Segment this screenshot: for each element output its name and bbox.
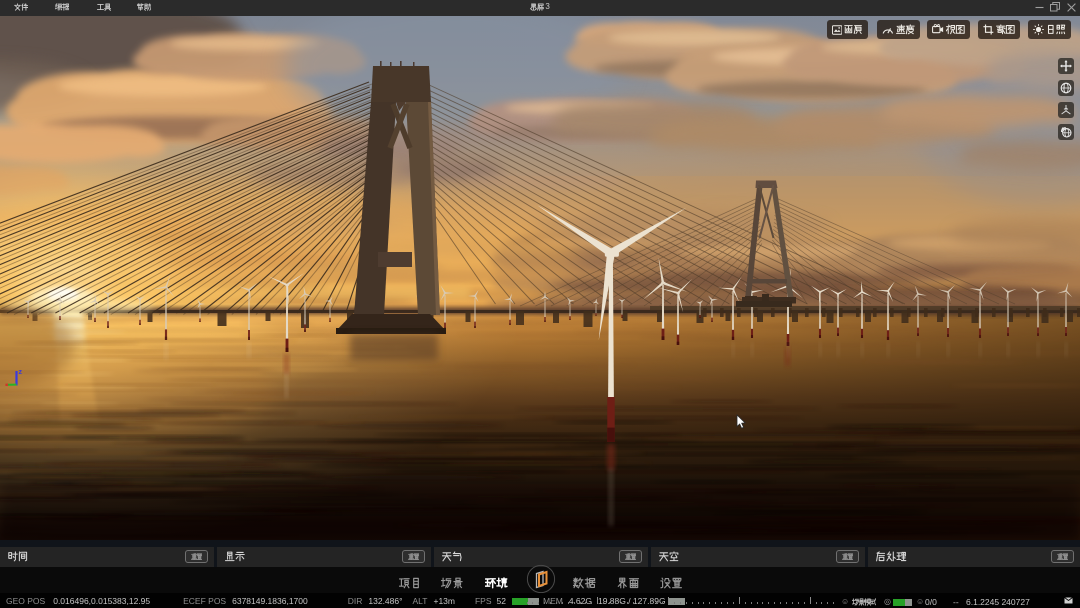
svg-text:z: z xyxy=(19,369,23,376)
